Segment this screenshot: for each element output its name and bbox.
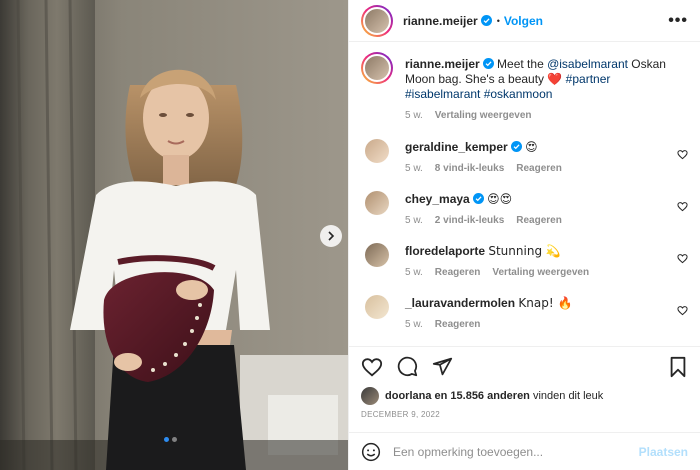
caption-age: 5 w. [405,110,423,121]
comment-text: geraldine_kemper 😍 [405,140,688,155]
caption-mention-link[interactable]: @isabelmarant [547,57,628,71]
liker-username[interactable]: doorlana [385,390,431,402]
liker-avatar[interactable] [361,387,379,405]
comment-body: chey_maya 😍😍 5 w. 2 vind-ik-leuks Reageren [405,187,688,228]
commenter-avatar[interactable] [365,243,389,267]
verified-badge-icon [510,141,522,152]
comment-like-icon[interactable] [677,201,688,212]
bookmark-icon[interactable] [668,356,688,378]
comment-username[interactable]: geraldine_kemper [405,140,508,154]
comment-meta: 5 w. Reageren Vertaling weergeven [405,265,688,280]
caption-prefix: Meet the [497,57,548,71]
caption-username[interactable]: rianne.meijer [405,57,480,71]
comment-text: chey_maya 😍😍 [405,192,688,207]
comment-like-icon[interactable] [677,305,688,316]
reply-link[interactable]: Reageren [516,161,562,176]
comment-content: Stunning 💫 [488,244,561,258]
likes-others-link[interactable]: en 15.856 anderen [435,390,530,402]
commenter-avatar[interactable] [365,295,389,319]
comment-item: anna_in_sweden_ It's not the moon. Googl… [361,343,688,346]
send-icon[interactable] [432,356,453,377]
comment-likes[interactable]: 2 vind-ik-leuks [435,213,504,228]
commenter-avatar[interactable] [365,139,389,163]
caption-text: rianne.meijer Meet the @isabelmarant Osk… [405,57,688,102]
post-header: rianne.meijer • Volgen ••• [349,0,700,42]
likes-summary: doorlana en 15.856 anderen vinden dit le… [349,386,700,406]
post-photo [0,0,348,470]
header-separator: • [496,15,500,26]
comment-icon[interactable] [397,356,418,377]
likes-suffix: vinden dit leuk [532,390,604,402]
smiley-icon[interactable] [361,442,381,462]
verified-badge-icon [480,15,492,26]
carousel-next-button[interactable] [320,225,342,247]
comment-item: floredelaporte Stunning 💫 5 w. Reageren Ver… [361,239,688,280]
comment-username[interactable]: floredelaporte [405,244,485,258]
post-caption: rianne.meijer Meet the @isabelmarant Osk… [361,52,688,123]
caption-body: rianne.meijer Meet the @isabelmarant Osk… [405,52,688,123]
comment-item: chey_maya 😍😍 5 w. 2 vind-ik-leuks Reageren [361,187,688,228]
reply-link[interactable]: Reageren [435,317,481,332]
comment-body: geraldine_kemper 😍 5 w. 8 vind-ik-leuks Rea… [405,135,688,176]
reply-link[interactable]: Reageren [516,213,562,228]
instagram-post: rianne.meijer • Volgen ••• rianne.meijer… [0,0,700,470]
translate-link[interactable]: Vertaling weergeven [435,108,532,123]
comment-username[interactable]: _lauravandermolen [405,296,515,310]
carousel-indicator [164,437,177,442]
post-media [0,0,348,470]
comment-item: geraldine_kemper 😍 5 w. 8 vind-ik-leuks Rea… [361,135,688,176]
comment-body: floredelaporte Stunning 💫 5 w. Reageren Ver… [405,239,688,280]
reply-link[interactable]: Reageren [435,265,481,280]
post-comment-button[interactable]: Plaatsen [639,445,688,459]
comment-content: 😍😍 [487,192,513,206]
chevron-right-icon [328,231,335,241]
comment-age: 5 w. [405,215,423,226]
comments-list[interactable]: rianne.meijer Meet the @isabelmarant Osk… [349,42,700,346]
comment-meta: 5 w. 2 vind-ik-leuks Reageren [405,213,688,228]
author-username[interactable]: rianne.meijer [403,14,478,28]
post-side-panel: rianne.meijer • Volgen ••• rianne.meijer… [348,0,700,470]
follow-button[interactable]: Volgen [504,14,543,28]
post-actions [349,346,700,386]
more-options-icon[interactable]: ••• [668,12,688,30]
comment-content: 😍 [525,140,538,154]
author-avatar[interactable] [361,52,393,84]
verified-badge-icon [482,58,494,69]
comment-age: 5 w. [405,163,423,174]
comment-item: _lauravandermolen Knap! 🔥 5 w. Reageren [361,291,688,332]
comment-composer: Plaatsen [349,432,700,470]
commenter-avatar[interactable] [365,191,389,215]
translate-link[interactable]: Vertaling weergeven [492,265,589,280]
comment-age: 5 w. [405,267,423,278]
comment-input[interactable] [393,444,639,459]
comment-meta: 5 w. Reageren [405,317,688,332]
comment-like-icon[interactable] [677,253,688,264]
comment-text: _lauravandermolen Knap! 🔥 [405,296,688,311]
comment-body: anna_in_sweden_ It's not the moon. Googl… [405,343,688,346]
comment-likes[interactable]: 8 vind-ik-leuks [435,161,504,176]
comment-age: 5 w. [405,319,423,330]
post-date[interactable]: DECEMBER 9, 2022 [349,406,700,432]
comment-like-icon[interactable] [677,149,688,160]
heart-icon[interactable] [361,356,383,378]
comment-username[interactable]: chey_maya [405,192,470,206]
comment-meta: 5 w. 8 vind-ik-leuks Reageren [405,161,688,176]
comment-text: floredelaporte Stunning 💫 [405,244,688,259]
author-avatar[interactable] [361,4,393,37]
carousel-dot [164,437,169,442]
caption-meta: 5 w. Vertaling weergeven [405,108,688,123]
comment-content: Knap! 🔥 [518,296,573,310]
carousel-dot [172,437,177,442]
verified-badge-icon [472,193,484,204]
heart-emoji: ❤️ [547,72,563,86]
comment-body: _lauravandermolen Knap! 🔥 5 w. Reageren [405,291,688,332]
